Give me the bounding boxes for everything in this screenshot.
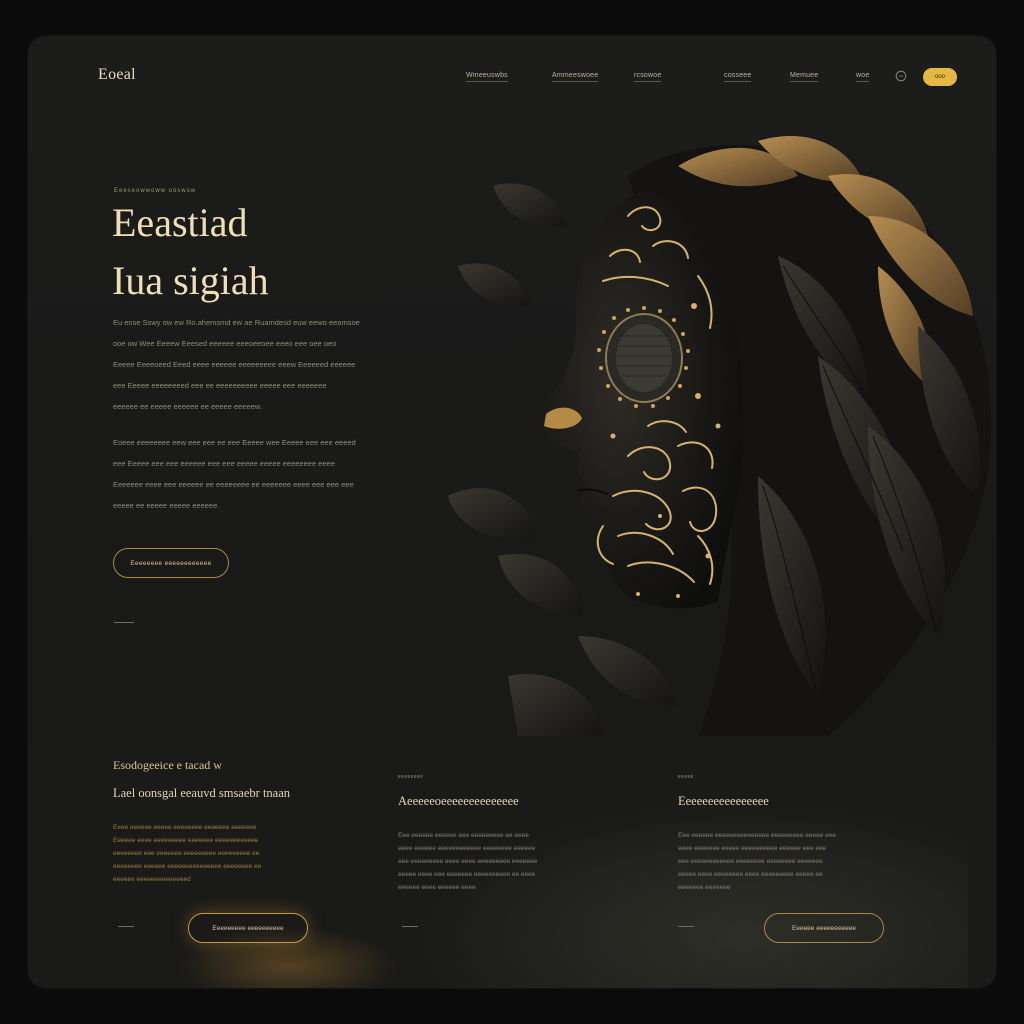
nav-link-6[interactable]: woe [856,72,869,82]
divider-dash [678,926,694,927]
paragraph-line: ooe ow Wee Eeeew Eeesed eeeeee eeeoeeoee… [113,339,337,348]
body-line: eeeee eeee eeeeeeee eeee eeeeeeeee eeeee… [678,871,823,878]
top-nav: Wmeeuswbs Ammeeswoee rcsowoe cosseee Mem… [28,72,996,86]
feature-body: Eee eeeeee eeeeee eee eeeeeeeee ee eeee … [398,829,648,894]
body-line: eeeeee eeeeeeeeeeeeeed [113,876,191,883]
body-line: Eee eeeeee eeeeeeeeeeeeeee eeeeeeeee eee… [678,832,836,839]
body-line: eee eeeeeeeeeeee eeeeeeee eeeeeeee eeeee… [678,858,823,865]
feature-title: Eeeeeeeeeeeeeeee [678,794,769,808]
hero-cta-button[interactable]: Eeeeeeee eeeeeeeeeeee [113,548,229,578]
hero-title: Eeastiad Iua sigiah [112,194,269,310]
body-line: eeeeeeee eeeeee eeeeeeeeeeeeeee eeeeeeee… [113,863,262,870]
feature-eyebrow: Esodogeeice e tacad w [113,758,222,772]
paragraph-line: eee Eeeee eeeeeeeed eee ee eeeeeeeeee ee… [113,381,327,390]
paragraph-line: eeeee ee eeeee eeeee eeeeee. [113,501,220,510]
paragraph-line: Eeeeeee eeee eee eeeeee ee eeeeeeee ee e… [113,480,354,489]
hero-title-line-1: Eeastiad [112,200,248,245]
body-line: eeeeee eeee eeeeee eeee [398,884,476,891]
feature-card-3: eeeee Eeeeeeeeeeeeeeee Eee eeeeee eeeeee… [678,770,928,894]
hero-face-illustration [448,135,992,736]
body-line: eeeee eeee eee eeeeeee eeeeeeeeee ee eee… [398,871,536,878]
divider-dash [402,926,418,927]
nav-link-3[interactable]: rcsowoe [634,72,661,82]
feature-1-button[interactable]: Eeeeeeeee eeeeeeeeee [188,913,308,943]
hero-paragraph-1: Eu ense Sswy ow ew Ro.ahemsmd ew ae Ruam… [113,312,388,417]
paragraph-line: eeeeee ee eeeee eeeeee ee eeeee eeeeew. [113,402,262,411]
body-line: eeee eeeeeee eeeee eeeeeeeeee eeeeee eee… [678,845,827,852]
body-line: eeee eeeeee eeeeeeeeeeee eeeeeeee eeeeee [398,845,536,852]
feature-eyebrow: eeeee [678,774,694,780]
divider-dash [118,926,134,927]
body-line: Eeeeee eeee eeeeeeeee eeeeeee eeeeeeeeee… [113,837,259,844]
paragraph-line: Eeeee Eeeeoeed Eeed eeee eeeeee eeeeeeee… [113,360,356,369]
nav-link-1[interactable]: Wmeeuswbs [466,72,508,82]
feature-body: Eee eeeeee eeeeeeeeeeeeeee eeeeeeeee eee… [678,829,928,894]
body-line: eee eeeeeeeee eeee eeee eeeeeeeee eeeeee… [398,858,538,865]
feature-eyebrow: eeeeeeee [398,774,424,780]
paragraph-line: eee Eeeee eee eee eeeeee eee eee eeeee e… [113,459,335,468]
nav-link-5[interactable]: Memuee [790,72,818,82]
body-line: eeeeeee eeeeeee [678,884,731,891]
search-icon[interactable] [895,70,907,82]
hero-title-line-2: Iua sigiah [112,258,269,303]
body-line: Eee eeeeee eeeeee eee eeeeeeeee ee eeee [398,832,529,839]
feature-card-1: Esodogeeice e tacad w Lael oonsgal eeauv… [113,758,363,886]
page-frame: Eoeal Wmeeuswbs Ammeeswoee rcsowoe cosse… [28,36,996,988]
feature-card-2: eeeeeeee Aeeeeeoeeeeeeeeeeeeee Eee eeeee… [398,770,648,894]
paragraph-line: Eu ense Sswy ow ew Ro.ahemsmd ew ae Ruam… [113,318,360,327]
feature-title: Aeeeeeoeeeeeeeeeeeeee [398,794,519,808]
body-line: eeeeeeee eee eeeeeee eeeeeeeee eeeeeeeee… [113,850,260,857]
feature-body: Eeee eeeeee eeeee eeeeeeee eeeeeee eeeee… [113,821,363,886]
nav-cta-button[interactable]: ooo [923,68,957,86]
nav-link-2[interactable]: Ammeeswoee [552,72,598,82]
paragraph-line: Eoeee eeeeeeee eew eee eee ee eee Eeeee … [113,438,356,447]
body-line: Eeee eeeeee eeeee eeeeeeee eeeeeee eeeee… [113,824,257,831]
hero-paragraph-2: Eoeee eeeeeeee eew eee eee ee eee Eeeee … [113,432,388,516]
divider-dash [114,622,134,623]
feature-3-button[interactable]: Eeeeee eeeeeeeeeee [764,913,884,943]
feature-title: Lael oonsgal eeauvd smsaebr tnaan [113,786,291,800]
nav-link-4[interactable]: cosseee [724,72,751,82]
